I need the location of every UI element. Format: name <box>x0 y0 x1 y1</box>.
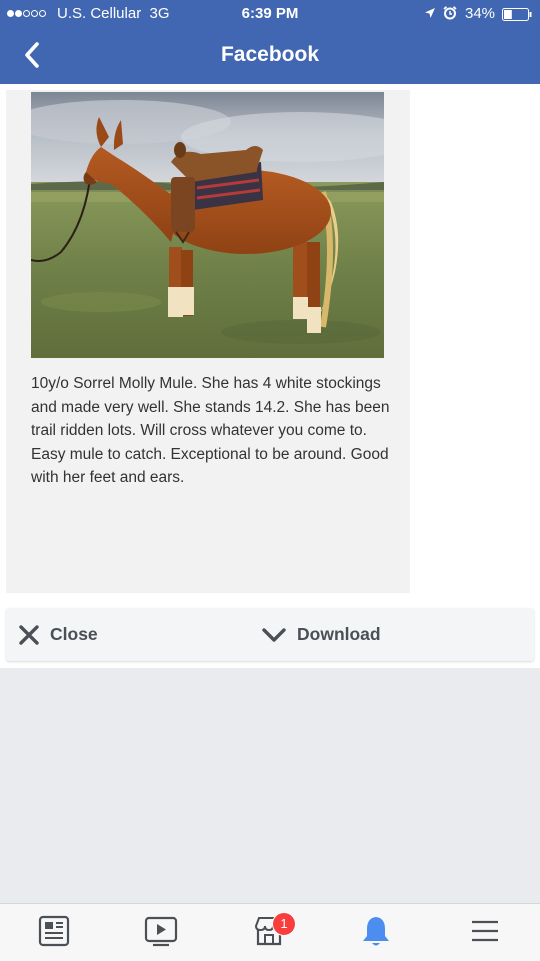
post-card: 10y/o Sorrel Molly Mule. She has 4 white… <box>6 90 410 593</box>
download-label: Download <box>297 624 381 644</box>
battery-percent: 34% <box>465 5 496 22</box>
content-panel: 10y/o Sorrel Molly Mule. She has 4 white… <box>0 84 540 668</box>
close-button[interactable]: Close <box>18 608 98 661</box>
battery-icon <box>502 8 532 21</box>
tab-watch[interactable] <box>144 914 178 948</box>
download-button[interactable]: Download <box>261 608 381 661</box>
status-time: 6:39 PM <box>241 5 299 22</box>
marketplace-badge: 1 <box>272 912 296 936</box>
tab-menu[interactable] <box>468 914 502 948</box>
location-arrow-icon <box>425 8 435 18</box>
x-icon <box>19 624 39 645</box>
hamburger-menu-icon <box>472 920 498 942</box>
horse-photo-image <box>31 92 384 358</box>
alarm-clock-icon <box>443 6 457 20</box>
tab-news-feed[interactable] <box>37 914 71 948</box>
tab-notifications[interactable] <box>359 914 393 948</box>
action-bar: Close Download <box>6 608 534 661</box>
top-navigation-bar: U.S. Cellular 3G 6:39 PM 34% Facebook <box>0 0 540 84</box>
video-play-icon <box>144 916 178 947</box>
news-feed-icon <box>38 915 70 947</box>
bottom-tab-bar <box>0 903 540 961</box>
bell-icon <box>363 917 389 946</box>
page-title: Facebook <box>220 43 320 66</box>
status-bar: U.S. Cellular 3G 6:39 PM 34% <box>0 0 540 28</box>
post-description: 10y/o Sorrel Molly Mule. She has 4 white… <box>31 375 390 487</box>
chevron-down-icon <box>262 627 286 642</box>
close-label: Close <box>50 624 98 644</box>
horse-photo[interactable] <box>31 92 384 358</box>
